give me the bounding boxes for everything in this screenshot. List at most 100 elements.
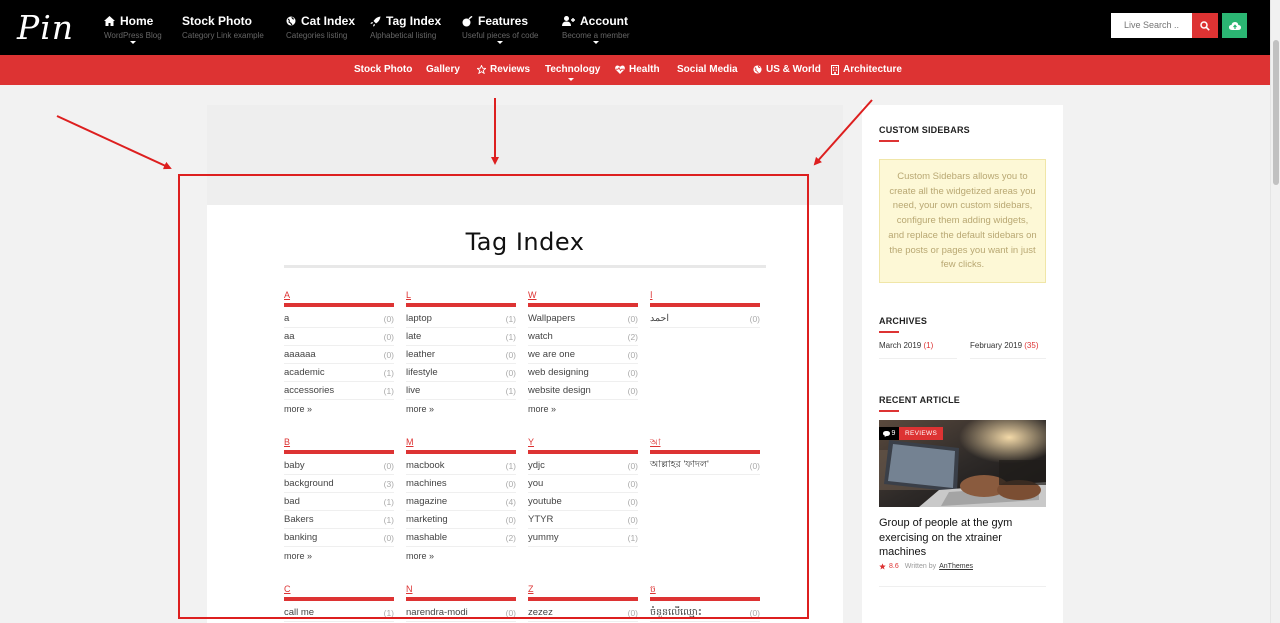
subnav-stock-photo[interactable]: Stock Photo	[354, 64, 412, 75]
tag-row[interactable]: magazine (4)	[406, 493, 516, 511]
recent-article-link[interactable]: Group of people at the gym exercising on…	[879, 516, 1046, 560]
tag-name[interactable]: আল্লাহর 'ফাদল'	[650, 458, 709, 473]
tag-row[interactable]: Bakers (1)	[284, 511, 394, 529]
tag-name[interactable]: lifestyle	[406, 367, 438, 378]
tag-group-letter[interactable]: C	[284, 583, 394, 597]
tag-name[interactable]: late	[406, 331, 421, 342]
subnav-technology[interactable]: Technology	[545, 64, 600, 75]
tag-name[interactable]: mashable	[406, 532, 447, 543]
archive-link-march-2019[interactable]: March 2019 (1)	[879, 341, 933, 350]
tag-name[interactable]: zezez	[528, 607, 553, 618]
tag-row[interactable]: bad (1)	[284, 493, 394, 511]
tag-group-letter[interactable]: ច	[650, 583, 760, 597]
tag-name[interactable]: ydjc	[528, 460, 545, 471]
subnav-architecture[interactable]: Architecture	[831, 64, 902, 75]
tag-row[interactable]: background (3)	[284, 475, 394, 493]
tag-row[interactable]: watch (2)	[528, 328, 638, 346]
tag-name[interactable]: narendra-modi	[406, 607, 468, 618]
tag-name[interactable]: YTYR	[528, 514, 553, 525]
tag-group-letter[interactable]: M	[406, 436, 516, 450]
tag-name[interactable]: we are one	[528, 349, 575, 360]
tag-group-letter[interactable]: N	[406, 583, 516, 597]
tag-group-letter[interactable]: ا	[650, 289, 760, 303]
tag-name[interactable]: academic	[284, 367, 325, 378]
search-input[interactable]	[1111, 13, 1192, 38]
tag-group-letter[interactable]: W	[528, 289, 638, 303]
tag-group-letter[interactable]: Y	[528, 436, 638, 450]
category-badge[interactable]: REVIEWS	[899, 427, 944, 440]
tag-row[interactable]: lifestyle (0)	[406, 364, 516, 382]
more-tags-link[interactable]: more »	[528, 400, 638, 418]
tag-name[interactable]: bad	[284, 496, 300, 507]
tag-name[interactable]: marketing	[406, 514, 448, 525]
tag-row[interactable]: macbook (1)	[406, 457, 516, 475]
tag-row[interactable]: website design (0)	[528, 382, 638, 400]
tag-row[interactable]: accessories (1)	[284, 382, 394, 400]
comment-count-badge[interactable]: 9	[879, 427, 899, 440]
subnav-gallery[interactable]: Gallery	[426, 64, 460, 75]
tag-name[interactable]: magazine	[406, 496, 447, 507]
nav-stock-photo[interactable]: Stock Photo Category Link example	[182, 14, 264, 40]
tag-group-letter[interactable]: A	[284, 289, 394, 303]
tag-name[interactable]: banking	[284, 532, 317, 543]
tag-name[interactable]: Wallpapers	[528, 313, 575, 324]
more-tags-link[interactable]: more »	[406, 547, 516, 565]
tag-name[interactable]: website design	[528, 385, 591, 396]
tag-group-letter[interactable]: আ	[650, 436, 760, 450]
tag-row[interactable]: we are one (0)	[528, 346, 638, 364]
tag-row[interactable]: zezez (0)	[528, 604, 638, 622]
tag-name[interactable]: live	[406, 385, 420, 396]
tag-row[interactable]: leather (0)	[406, 346, 516, 364]
tag-row[interactable]: yummy (1)	[528, 529, 638, 547]
archive-link-february-2019[interactable]: February 2019 (35)	[970, 341, 1039, 350]
tag-row[interactable]: ចំនួនលើឈ្មោះ (0)	[650, 604, 760, 622]
tag-row[interactable]: Wallpapers (0)	[528, 310, 638, 328]
tag-name[interactable]: you	[528, 478, 543, 489]
tag-row[interactable]: late (1)	[406, 328, 516, 346]
nav-home[interactable]: Home WordPress Blog	[104, 14, 162, 44]
tag-row[interactable]: aa (0)	[284, 328, 394, 346]
tag-name[interactable]: aa	[284, 331, 295, 342]
tag-name[interactable]: call me	[284, 607, 314, 618]
more-tags-link[interactable]: more »	[284, 400, 394, 418]
tag-row[interactable]: ydjc (0)	[528, 457, 638, 475]
tag-row[interactable]: baby (0)	[284, 457, 394, 475]
tag-name[interactable]: yummy	[528, 532, 559, 543]
tag-name[interactable]: background	[284, 478, 334, 489]
more-tags-link[interactable]: more »	[284, 547, 394, 565]
tag-name[interactable]: a	[284, 313, 289, 324]
tag-row[interactable]: live (1)	[406, 382, 516, 400]
tag-name[interactable]: laptop	[406, 313, 432, 324]
tag-row[interactable]: احمد (0)	[650, 310, 760, 328]
tag-row[interactable]: আল্লাহর 'ফাদল' (0)	[650, 457, 760, 475]
tag-name[interactable]: macbook	[406, 460, 445, 471]
tag-group-letter[interactable]: Z	[528, 583, 638, 597]
subnav-reviews[interactable]: Reviews	[477, 64, 530, 75]
tag-row[interactable]: YTYR (0)	[528, 511, 638, 529]
tag-name[interactable]: youtube	[528, 496, 562, 507]
tag-name[interactable]: leather	[406, 349, 435, 360]
subnav-health[interactable]: Health	[615, 64, 660, 75]
tag-group-letter[interactable]: B	[284, 436, 394, 450]
nav-account[interactable]: Account Become a member	[562, 14, 630, 44]
tag-name[interactable]: aaaaaa	[284, 349, 316, 360]
site-logo[interactable]: Pin	[17, 8, 74, 47]
tag-name[interactable]: احمد	[650, 313, 669, 324]
nav-tag-index[interactable]: Tag Index Alphabetical listing	[370, 14, 441, 40]
author-link[interactable]: AnThemes	[939, 563, 973, 570]
tag-name[interactable]: watch	[528, 331, 553, 342]
tag-row[interactable]: web designing (0)	[528, 364, 638, 382]
tag-name[interactable]: accessories	[284, 385, 334, 396]
subnav-us-world[interactable]: US & World	[753, 64, 821, 75]
tag-row[interactable]: a (0)	[284, 310, 394, 328]
tag-row[interactable]: laptop (1)	[406, 310, 516, 328]
tag-name[interactable]: machines	[406, 478, 447, 489]
tag-row[interactable]: banking (0)	[284, 529, 394, 547]
tag-name[interactable]: web designing	[528, 367, 589, 378]
tag-row[interactable]: call me (1)	[284, 604, 394, 622]
tag-row[interactable]: academic (1)	[284, 364, 394, 382]
nav-cat-index[interactable]: Cat Index Categories listing	[286, 14, 355, 40]
more-tags-link[interactable]: more »	[406, 400, 516, 418]
page-scrollbar[interactable]	[1270, 0, 1280, 623]
scrollbar-thumb[interactable]	[1273, 40, 1279, 185]
